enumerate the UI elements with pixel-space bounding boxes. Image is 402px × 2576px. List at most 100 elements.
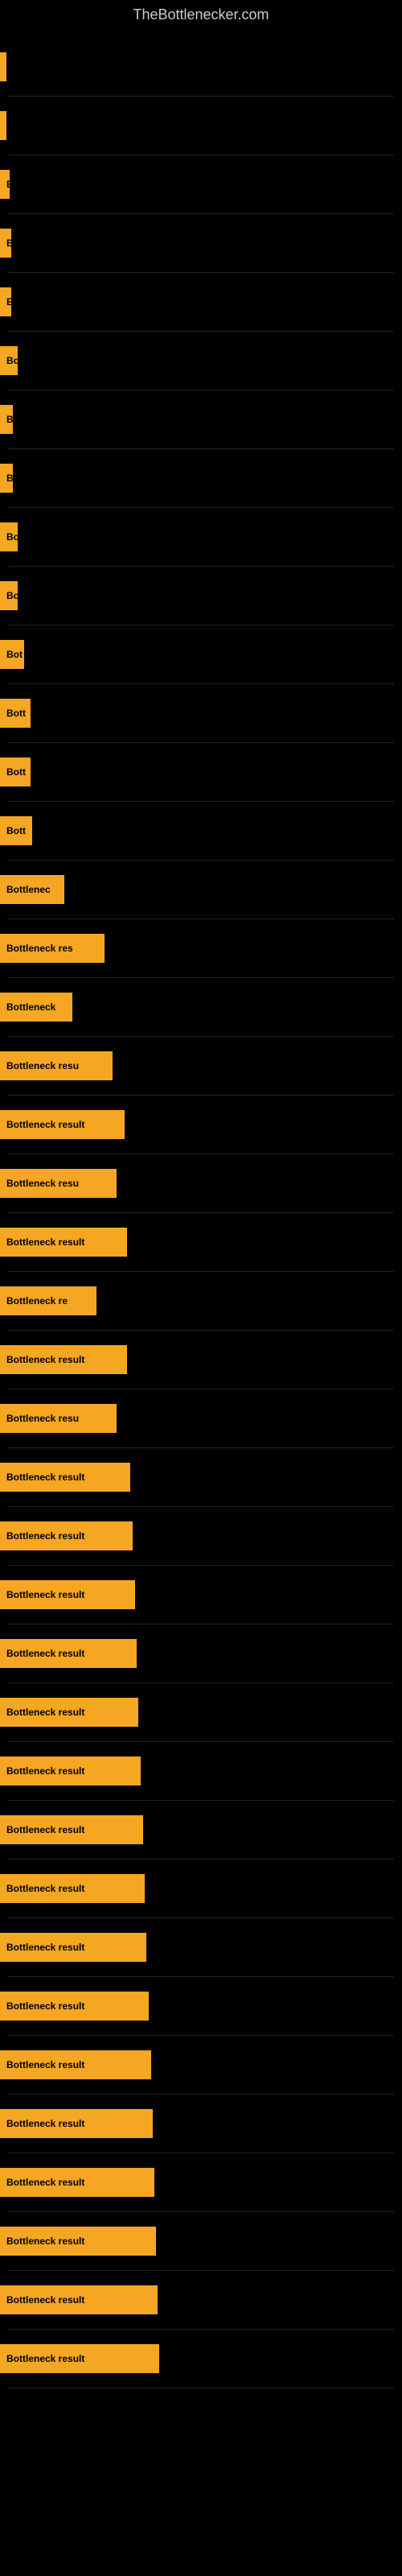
bar-fill-3: E bbox=[0, 170, 10, 199]
bar-fill-37: Bottleneck result bbox=[0, 2168, 154, 2197]
bar-row: Bottleneck result bbox=[0, 2095, 402, 2153]
bar-fill-28: Bottleneck result bbox=[0, 1639, 137, 1668]
bar-text-23: Bottleneck result bbox=[3, 1352, 88, 1367]
bar-text-19: Bottleneck result bbox=[3, 1117, 88, 1132]
bar-fill-15: Bottlenec bbox=[0, 875, 64, 904]
bar-row: Bott bbox=[0, 684, 402, 742]
bar-text-18: Bottleneck resu bbox=[3, 1059, 82, 1073]
bar-text-32: Bottleneck result bbox=[3, 1881, 88, 1896]
bar-fill-27: Bottleneck result bbox=[0, 1580, 135, 1609]
bar-text-7: B bbox=[3, 412, 17, 427]
bar-fill-26: Bottleneck result bbox=[0, 1521, 133, 1550]
bar-text-34: Bottleneck result bbox=[3, 1999, 88, 2013]
bar-fill-19: Bottleneck result bbox=[0, 1110, 125, 1139]
bar-text-38: Bottleneck result bbox=[3, 2234, 88, 2248]
bar-text-6: Bo bbox=[3, 353, 23, 368]
bar-fill-30: Bottleneck result bbox=[0, 1757, 141, 1785]
bar-text-17: Bottleneck bbox=[3, 1000, 59, 1014]
bar-fill-32: Bottleneck result bbox=[0, 1874, 145, 1903]
bar-fill-14: Bott bbox=[0, 816, 32, 845]
bar-text-25: Bottleneck result bbox=[3, 1470, 88, 1484]
bar-row: Bottleneck resu bbox=[0, 1154, 402, 1212]
bar-fill-11: Bot bbox=[0, 640, 24, 669]
bar-fill-20: Bottleneck resu bbox=[0, 1169, 117, 1198]
bar-row: Bottleneck result bbox=[0, 1801, 402, 1859]
bar-fill-31: Bottleneck result bbox=[0, 1815, 143, 1844]
bar-text-37: Bottleneck result bbox=[3, 2175, 88, 2190]
bar-fill-33: Bottleneck result bbox=[0, 1933, 146, 1962]
bar-fill-38: Bottleneck result bbox=[0, 2227, 156, 2256]
bar-fill-16: Bottleneck res bbox=[0, 934, 105, 963]
bar-row: Bottleneck result bbox=[0, 2153, 402, 2211]
bar-text-24: Bottleneck resu bbox=[3, 1411, 82, 1426]
bar-fill-17: Bottleneck bbox=[0, 993, 72, 1022]
bar-row: E bbox=[0, 273, 402, 331]
page-wrapper: TheBottlenecker.com EBEBoBBBoBoBotBottBo… bbox=[0, 0, 402, 2396]
bar-text-5: E bbox=[3, 295, 16, 309]
bar-text-36: Bottleneck result bbox=[3, 2116, 88, 2131]
bar-row bbox=[0, 97, 402, 155]
bar-text-4: B bbox=[3, 236, 17, 250]
bar-row: Bott bbox=[0, 802, 402, 860]
bar-text-35: Bottleneck result bbox=[3, 2058, 88, 2072]
bar-row bbox=[0, 38, 402, 96]
bar-row: Bottleneck result bbox=[0, 2036, 402, 2094]
bar-text-10: Bo bbox=[3, 588, 23, 603]
bar-row: B bbox=[0, 214, 402, 272]
bar-row: Bot bbox=[0, 625, 402, 683]
bar-text-26: Bottleneck result bbox=[3, 1529, 88, 1543]
bar-text-15: Bottlenec bbox=[3, 882, 54, 897]
bar-row: Bottleneck result bbox=[0, 1507, 402, 1565]
bar-fill-21: Bottleneck result bbox=[0, 1228, 127, 1257]
bar-text-13: Bott bbox=[3, 765, 29, 779]
bar-fill-2 bbox=[0, 111, 6, 140]
bar-fill-29: Bottleneck result bbox=[0, 1698, 138, 1727]
bar-text-30: Bottleneck result bbox=[3, 1764, 88, 1778]
bar-fill-4: B bbox=[0, 229, 11, 258]
bar-row: Bottleneck result bbox=[0, 1448, 402, 1506]
bar-row: Bottleneck resu bbox=[0, 1037, 402, 1095]
bar-row: Bottleneck result bbox=[0, 2271, 402, 2329]
bar-fill-8: B bbox=[0, 464, 13, 493]
bar-text-12: Bott bbox=[3, 706, 29, 720]
bar-row: Bottleneck result bbox=[0, 1096, 402, 1154]
bar-row: Bottleneck result bbox=[0, 2212, 402, 2270]
bar-row: Bottleneck res bbox=[0, 919, 402, 977]
bar-row: Bottleneck resu bbox=[0, 1389, 402, 1447]
bar-fill-39: Bottleneck result bbox=[0, 2285, 158, 2314]
bar-row: Bottleneck result bbox=[0, 2330, 402, 2388]
bar-row: Bottleneck result bbox=[0, 1683, 402, 1741]
bar-row: Bo bbox=[0, 332, 402, 390]
bar-fill-5: E bbox=[0, 287, 11, 316]
bar-text-40: Bottleneck result bbox=[3, 2351, 88, 2366]
bars-container: EBEBoBBBoBoBotBottBottBottBottlenecBottl… bbox=[0, 30, 402, 2396]
bar-fill-23: Bottleneck result bbox=[0, 1345, 127, 1374]
bar-row: B bbox=[0, 449, 402, 507]
bar-text-9: Bo bbox=[3, 530, 23, 544]
bar-row: Bottleneck result bbox=[0, 1742, 402, 1800]
bar-fill-6: Bo bbox=[0, 346, 18, 375]
bar-row: Bottleneck re bbox=[0, 1272, 402, 1330]
site-title: TheBottlenecker.com bbox=[0, 0, 402, 30]
bar-row: Bottleneck result bbox=[0, 1566, 402, 1624]
bar-text-22: Bottleneck re bbox=[3, 1294, 71, 1308]
bar-text-16: Bottleneck res bbox=[3, 941, 76, 956]
bar-text-27: Bottleneck result bbox=[3, 1587, 88, 1602]
bar-row: E bbox=[0, 155, 402, 213]
bar-fill-13: Bott bbox=[0, 758, 31, 786]
bar-row: Bo bbox=[0, 508, 402, 566]
bar-row: Bott bbox=[0, 743, 402, 801]
bar-fill-7: B bbox=[0, 405, 13, 434]
bar-fill-12: Bott bbox=[0, 699, 31, 728]
bar-text-11: Bot bbox=[3, 647, 26, 662]
bar-text-33: Bottleneck result bbox=[3, 1940, 88, 1955]
bar-text-28: Bottleneck result bbox=[3, 1646, 88, 1661]
bar-fill-36: Bottleneck result bbox=[0, 2109, 153, 2138]
bar-row: Bottleneck bbox=[0, 978, 402, 1036]
bar-fill-10: Bo bbox=[0, 581, 18, 610]
bar-fill-18: Bottleneck resu bbox=[0, 1051, 113, 1080]
bar-row: Bottleneck result bbox=[0, 1860, 402, 1918]
bar-fill-1 bbox=[0, 52, 6, 81]
bar-fill-35: Bottleneck result bbox=[0, 2050, 151, 2079]
bar-row: Bo bbox=[0, 567, 402, 625]
